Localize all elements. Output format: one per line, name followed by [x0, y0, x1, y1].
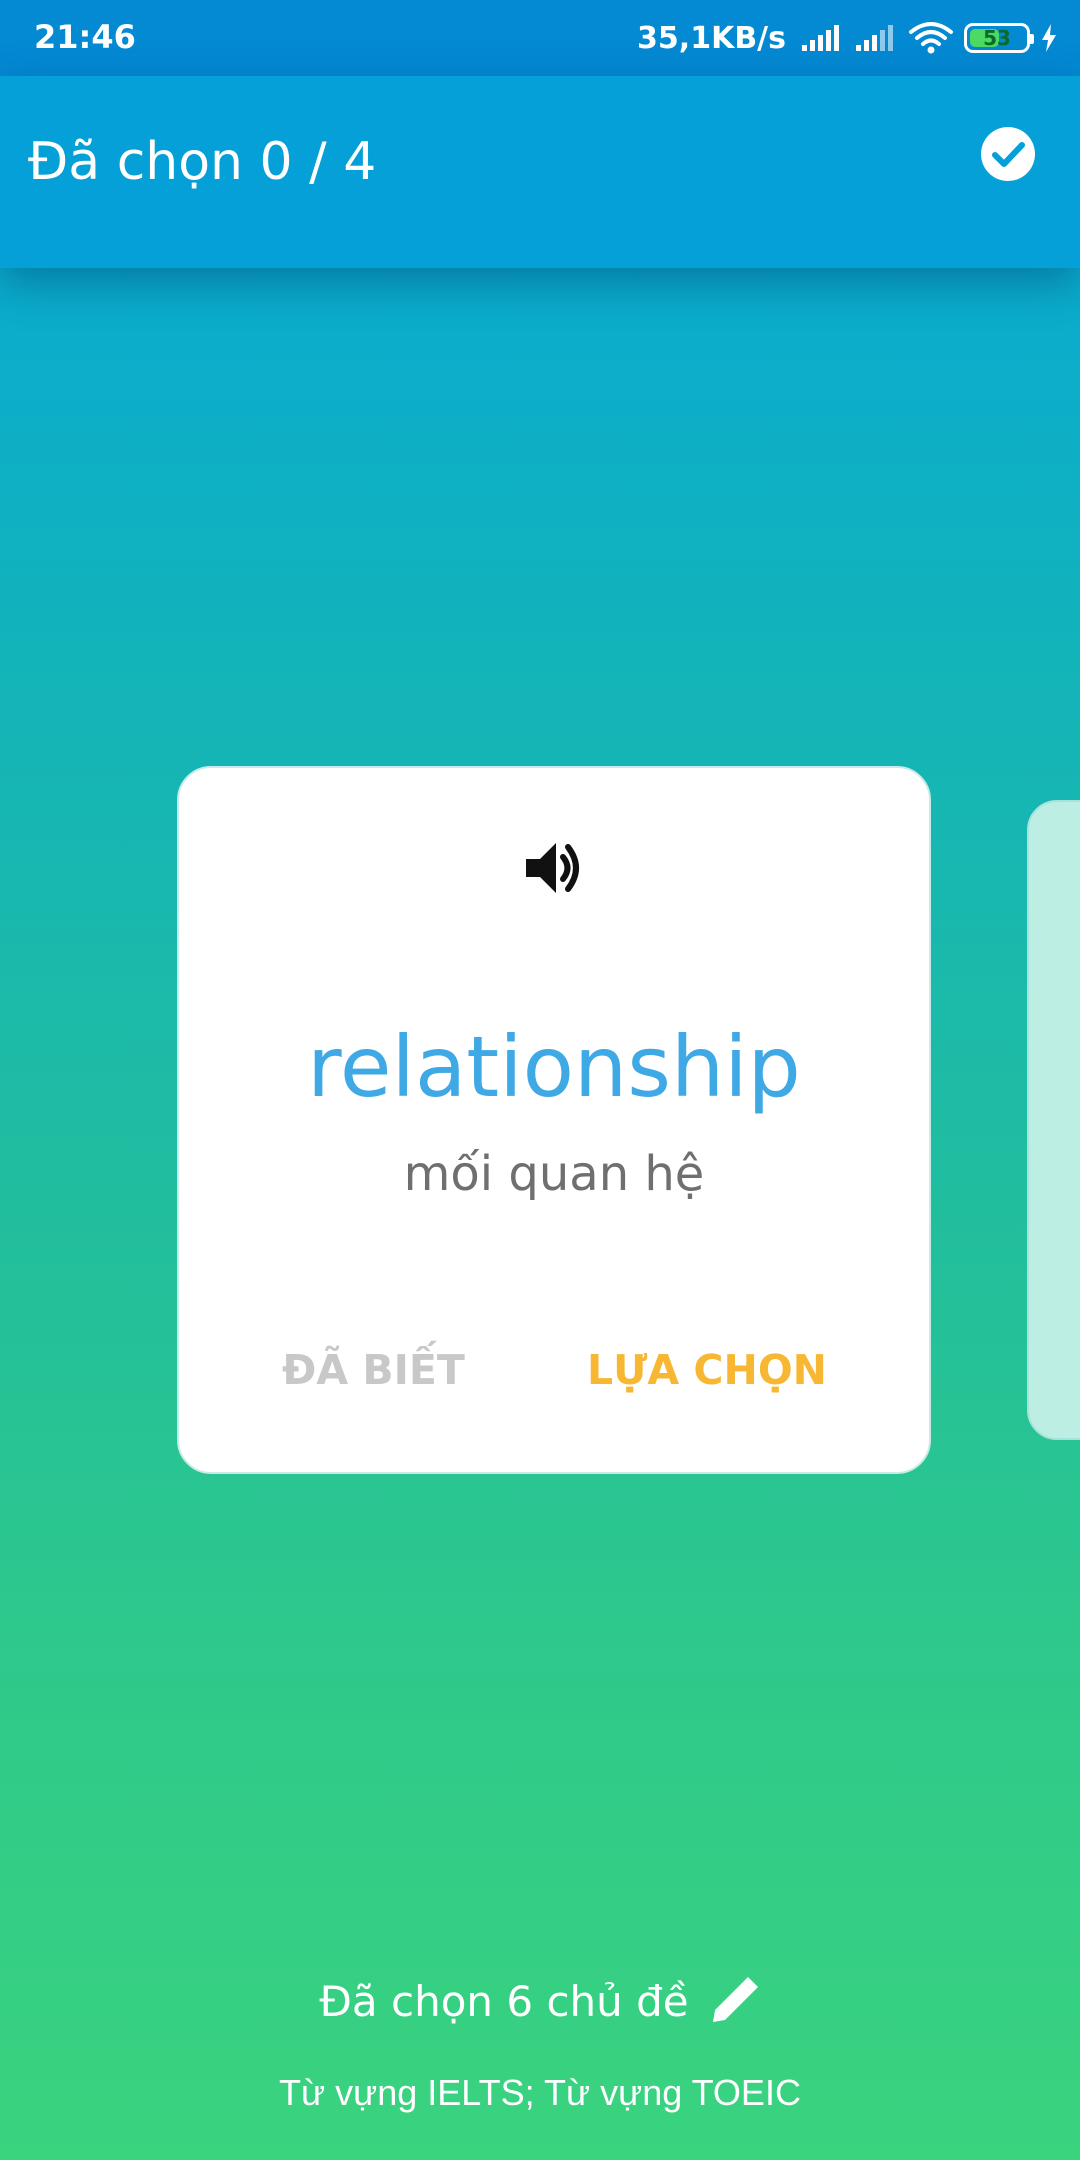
- status-icons: 35,1KB/s 53: [637, 14, 1058, 62]
- network-speed: 35,1KB/s: [637, 20, 786, 56]
- page-title: Đã chọn 0 / 4: [28, 132, 377, 192]
- known-button[interactable]: ĐÃ BIẾT: [282, 1346, 465, 1394]
- speaker-icon: [522, 835, 588, 901]
- status-time: 21:46: [34, 18, 136, 56]
- battery-icon: 53: [964, 23, 1034, 53]
- wifi-icon: [908, 21, 954, 55]
- vocabulary-word: relationship: [307, 1018, 801, 1116]
- screen: 21:46 35,1KB/s 53 Đã chọn 0 / 4 relation…: [0, 0, 1080, 2160]
- select-button[interactable]: LỰA CHỌN: [587, 1346, 827, 1394]
- vocabulary-card[interactable]: relationship mối quan hệ ĐÃ BIẾT LỰA CHỌ…: [177, 766, 931, 1474]
- next-card-peek[interactable]: [1027, 800, 1080, 1440]
- confirm-button[interactable]: [968, 114, 1048, 194]
- signal-icon: [800, 23, 844, 53]
- status-bar: 21:46 35,1KB/s 53: [0, 0, 1080, 76]
- battery-level: 53: [983, 26, 1011, 50]
- battery-tip: [1030, 34, 1034, 44]
- pronounce-button[interactable]: [515, 828, 595, 908]
- selected-topics-label: Đã chọn 6 chủ đề: [319, 1976, 689, 2026]
- word-meaning: mối quan hệ: [403, 1146, 705, 1202]
- signal-icon: [854, 23, 898, 53]
- selected-topics-list: Từ vựng IELTS; Từ vựng TOEIC: [279, 2072, 801, 2113]
- check-circle-icon: [979, 125, 1037, 183]
- pencil-icon: [707, 1974, 761, 2028]
- app-bar: Đã chọn 0 / 4: [0, 76, 1080, 268]
- selected-topics-button[interactable]: Đã chọn 6 chủ đề: [0, 1974, 1080, 2028]
- charging-bolt-icon: [1040, 23, 1058, 53]
